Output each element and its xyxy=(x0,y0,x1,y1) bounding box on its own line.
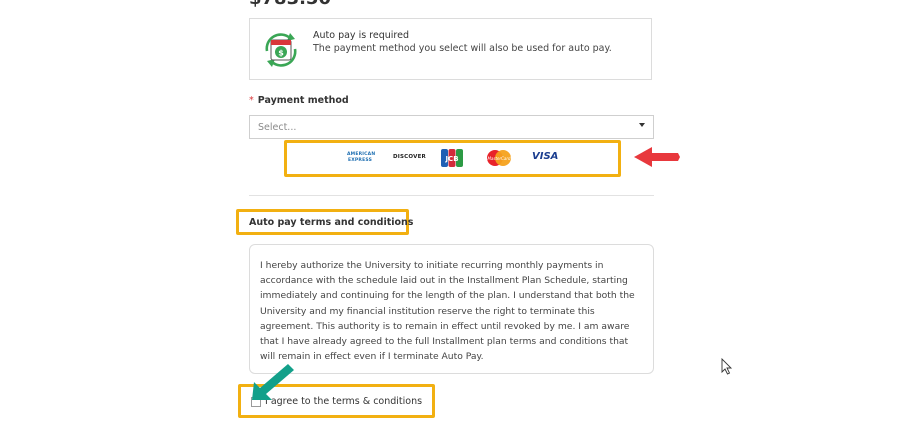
payment-method-select[interactable]: Select... xyxy=(249,115,654,139)
autopay-description: The payment method you select will also … xyxy=(313,43,612,54)
mastercard-logo-text: MasterCard xyxy=(487,156,511,161)
required-marker: * xyxy=(249,95,254,106)
chevron-down-icon xyxy=(639,123,645,127)
amex-logo: AMERICAN EXPRESS xyxy=(347,152,376,163)
payment-method-label: * Payment method xyxy=(249,95,349,106)
accepted-cards: AMERICAN EXPRESS DISCOVER JCB MasterCard… xyxy=(284,140,621,177)
terms-heading: Auto pay terms and conditions xyxy=(249,217,414,228)
amount-due: $783.50 xyxy=(249,0,331,9)
mouse-cursor-icon xyxy=(721,358,733,375)
jcb-logo-text: JCB xyxy=(444,155,458,163)
red-arrow-icon xyxy=(634,147,680,167)
svg-text:$: $ xyxy=(278,49,284,58)
autopay-title: Auto pay is required xyxy=(313,30,409,41)
section-divider xyxy=(249,195,654,196)
amex-logo-text: AMERICAN EXPRESS xyxy=(347,152,376,163)
autopay-notice: $ Auto pay is required The payment metho… xyxy=(249,18,652,80)
terms-heading-highlight: Auto pay terms and conditions xyxy=(236,209,413,235)
terms-text-box[interactable]: I hereby authorize the University to ini… xyxy=(249,244,654,374)
terms-body: I hereby authorize the University to ini… xyxy=(260,260,635,363)
discover-logo: DISCOVER xyxy=(393,154,426,160)
payment-method-label-text: Payment method xyxy=(257,95,349,106)
green-arrow-icon xyxy=(252,364,294,400)
calendar-money-icon: $ xyxy=(265,33,297,67)
payment-page: $783.50 $ Auto pay is required The payme… xyxy=(0,0,918,430)
payment-method-placeholder: Select... xyxy=(258,122,297,133)
mastercard-logo: MasterCard xyxy=(487,150,511,166)
visa-logo: VISA xyxy=(532,151,559,162)
jcb-logo: JCB xyxy=(441,149,463,167)
